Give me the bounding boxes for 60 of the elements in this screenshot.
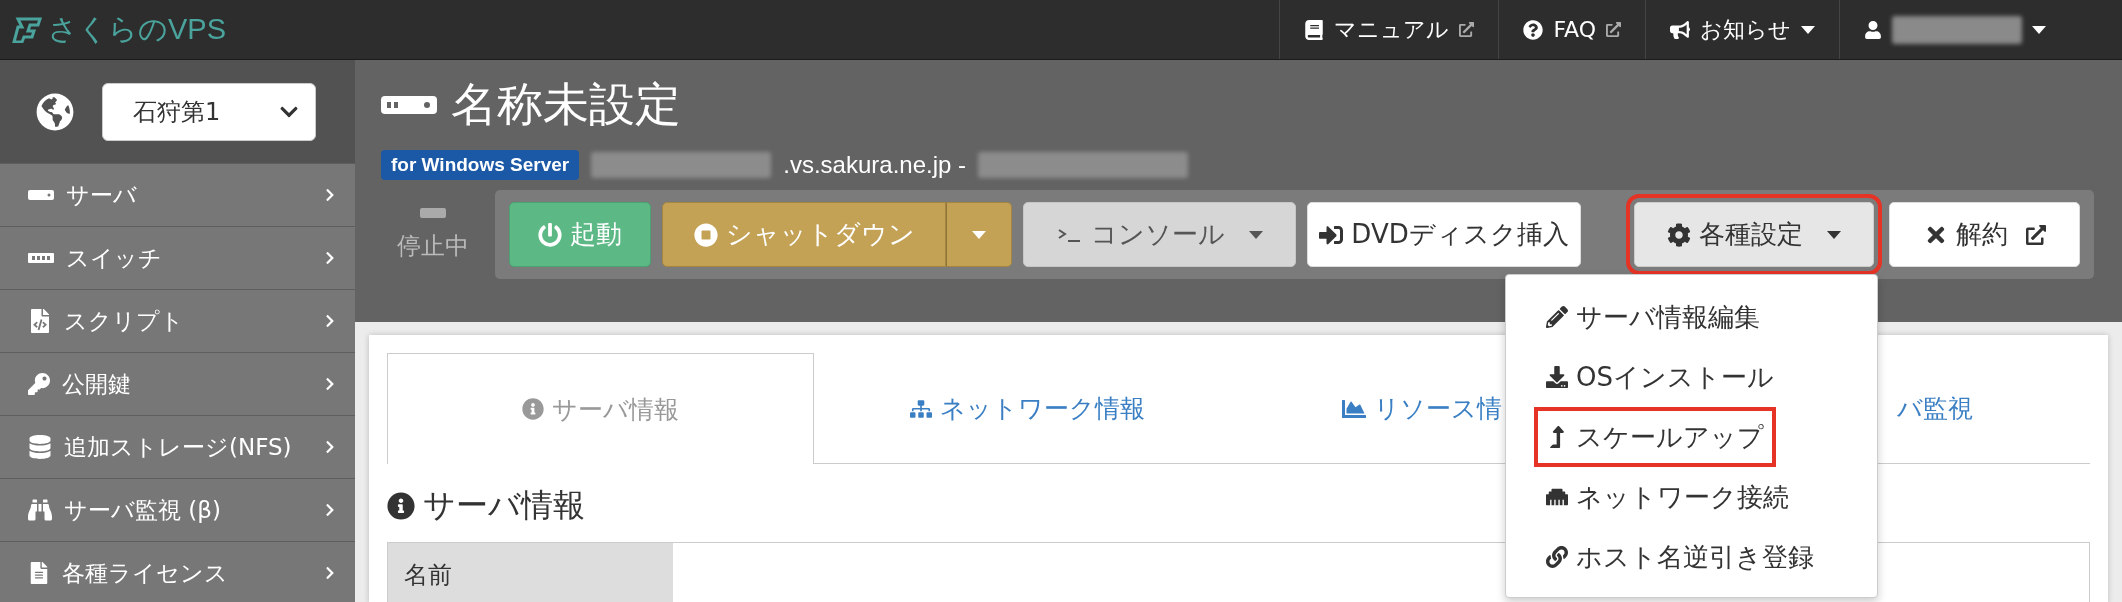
server-title: 名称未設定 [451, 76, 681, 133]
external-link-icon [1606, 22, 1621, 37]
power-icon [538, 222, 562, 247]
caret-icon [1827, 230, 1841, 239]
settings-icon [1667, 222, 1691, 247]
menu-item[interactable]: サーバ情報編集 [1534, 287, 1772, 347]
sitemap-icon [910, 397, 932, 420]
zone-select[interactable]: 石狩第1 [102, 82, 316, 141]
status-text: 停止中 [397, 230, 469, 262]
toolbar-button[interactable]: DVDディスク挿入 [1307, 202, 1581, 267]
external-link-icon [1459, 22, 1475, 37]
book-icon [1304, 19, 1325, 40]
toolbar-button[interactable]: 解約 [1889, 202, 2080, 267]
download-icon [1546, 366, 1568, 388]
file-icon [28, 562, 50, 584]
sidebar-item[interactable]: 追加ストレージ(NFS) [0, 415, 355, 478]
bullhorn-icon [1670, 19, 1690, 40]
terminal-icon [1056, 226, 1083, 243]
sidebar-item[interactable]: スイッチ [0, 226, 355, 289]
nav-link[interactable]: お知らせ [1645, 0, 1839, 59]
info-icon [387, 492, 415, 520]
stop-icon [693, 222, 718, 247]
row-label: 名前 [388, 543, 673, 602]
code-file-icon [28, 309, 52, 333]
pencil-icon [1546, 306, 1568, 328]
switch-icon [28, 253, 54, 263]
menu-item[interactable]: ネットワーク接続 [1534, 467, 1801, 527]
key-icon [28, 373, 50, 395]
caret-icon [1801, 25, 1815, 34]
logo-icon [12, 16, 42, 43]
caret-icon [972, 230, 986, 239]
sidebar-item[interactable]: スクリプト [0, 289, 355, 352]
user-icon [1864, 20, 1882, 39]
nav-link[interactable]: マニュアル [1279, 0, 1499, 59]
sidebar-item[interactable]: 各種ライセンス [0, 541, 355, 602]
server-icon [381, 96, 437, 114]
sidebar-item[interactable]: サーバ監視 (β) [0, 478, 355, 541]
os-badge: for Windows Server [381, 150, 580, 180]
section-heading: サーバ情報 [387, 484, 585, 528]
nav-link[interactable]: FAQ [1498, 0, 1645, 59]
question-icon [1523, 19, 1544, 40]
status-dash-icon [420, 207, 446, 218]
caret-icon [2032, 25, 2046, 34]
toolbar-button[interactable]: コンソール [1023, 202, 1296, 267]
ethernet-icon [1546, 486, 1568, 508]
sidebar-item[interactable]: 公開鍵 [0, 352, 355, 415]
info-icon [522, 398, 544, 420]
database-icon [28, 435, 52, 459]
sidebar-item[interactable]: サーバ [0, 163, 355, 226]
menu-item[interactable]: スケールアップ [1534, 407, 1776, 467]
menu-item[interactable]: ホスト名逆引き登録 [1534, 527, 1826, 587]
binoculars-icon [28, 498, 52, 522]
external-link-icon [2025, 224, 2046, 245]
tab[interactable]: サーバ情報 [387, 353, 814, 464]
link-icon [1546, 546, 1568, 568]
logo-text[interactable]: さくらのVPS [48, 9, 227, 50]
host-text: .vs.sakura.ne.jp - [783, 151, 966, 179]
server-icon [28, 190, 54, 200]
globe-icon [36, 92, 74, 131]
caret-icon [1248, 230, 1263, 239]
